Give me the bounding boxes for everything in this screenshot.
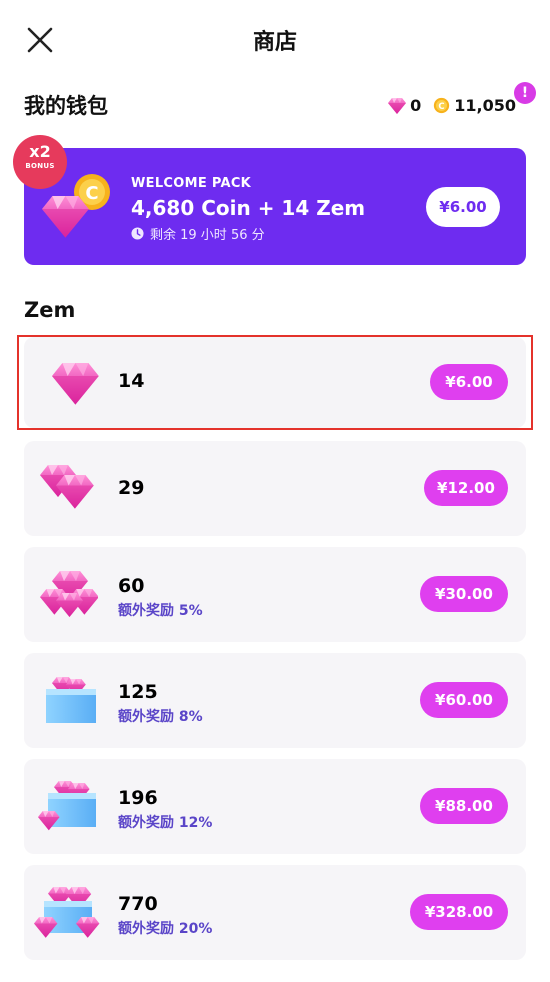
double-gem-icon — [40, 465, 94, 509]
zem-item-60[interactable]: 60 额外奖励 5% ¥30.00 — [24, 547, 526, 642]
wallet-row: 我的钱包 0 C 11,050 ! — [24, 82, 536, 122]
bonus-label: BONUS — [25, 162, 55, 170]
gem-pile-icon — [40, 571, 98, 617]
zem-amount: 60 — [118, 575, 145, 597]
zem-bonus: 额外奖励 5% — [118, 603, 203, 619]
gem-box-large-icon — [38, 781, 96, 831]
wallet-title: 我的钱包 — [24, 94, 108, 118]
welcome-pack-contents: 4,680 Coin + 14 Zem — [131, 196, 366, 220]
gem-chest-icon — [34, 887, 100, 938]
zem-price-button[interactable]: ¥6.00 — [430, 364, 508, 400]
zem-price-button[interactable]: ¥12.00 — [424, 470, 508, 506]
zem-amount: 770 — [118, 893, 158, 915]
coin-balance: C 11,050 — [433, 96, 516, 115]
zem-item-770[interactable]: 770 额外奖励 20% ¥328.00 — [24, 865, 526, 960]
coin-icon: C — [434, 97, 450, 114]
single-gem-icon — [52, 363, 99, 405]
zem-price-button[interactable]: ¥60.00 — [420, 682, 508, 718]
zem-item-29[interactable]: 29 ¥12.00 — [24, 441, 526, 536]
welcome-pack-timer-text: 剩余 19 小时 56 分 — [150, 228, 265, 243]
welcome-pack-label: WELCOME PACK — [131, 176, 252, 191]
clock-icon — [131, 227, 144, 240]
zem-section-title: Zem — [24, 298, 76, 322]
zem-bonus: 额外奖励 8% — [118, 709, 203, 725]
zem-balance: 0 — [388, 96, 421, 115]
zem-amount: 196 — [118, 787, 158, 809]
zem-balance-value: 0 — [410, 96, 422, 115]
coin-balance-value: 11,050 — [454, 96, 516, 115]
svg-text:C: C — [439, 102, 445, 112]
zem-price-button[interactable]: ¥328.00 — [410, 894, 508, 930]
bonus-multiplier: x2 — [29, 142, 51, 161]
svg-text:C: C — [85, 183, 98, 204]
alert-badge[interactable]: ! — [514, 82, 536, 104]
gem-icon — [388, 97, 407, 114]
zem-price-button[interactable]: ¥30.00 — [420, 576, 508, 612]
welcome-pack-price-button[interactable]: ¥6.00 — [426, 187, 500, 227]
wallet-balances[interactable]: 0 C 11,050 — [380, 96, 516, 115]
zem-bonus: 额外奖励 20% — [118, 921, 213, 937]
welcome-pack-timer: 剩余 19 小时 56 分 — [131, 224, 265, 243]
gem-box-icon — [46, 677, 96, 723]
zem-item-196[interactable]: 196 额外奖励 12% ¥88.00 — [24, 759, 526, 854]
bonus-badge: x2 BONUS — [13, 135, 67, 189]
zem-price-button[interactable]: ¥88.00 — [420, 788, 508, 824]
zem-item-125[interactable]: 125 额外奖励 8% ¥60.00 — [24, 653, 526, 748]
zem-amount: 125 — [118, 681, 158, 703]
zem-item-14[interactable]: 14 ¥6.00 — [24, 337, 526, 428]
zem-bonus: 额外奖励 12% — [118, 815, 213, 831]
header: 商店 — [0, 0, 550, 80]
zem-amount: 14 — [118, 370, 145, 392]
page-title: 商店 — [252, 30, 297, 55]
zem-amount: 29 — [118, 477, 145, 499]
